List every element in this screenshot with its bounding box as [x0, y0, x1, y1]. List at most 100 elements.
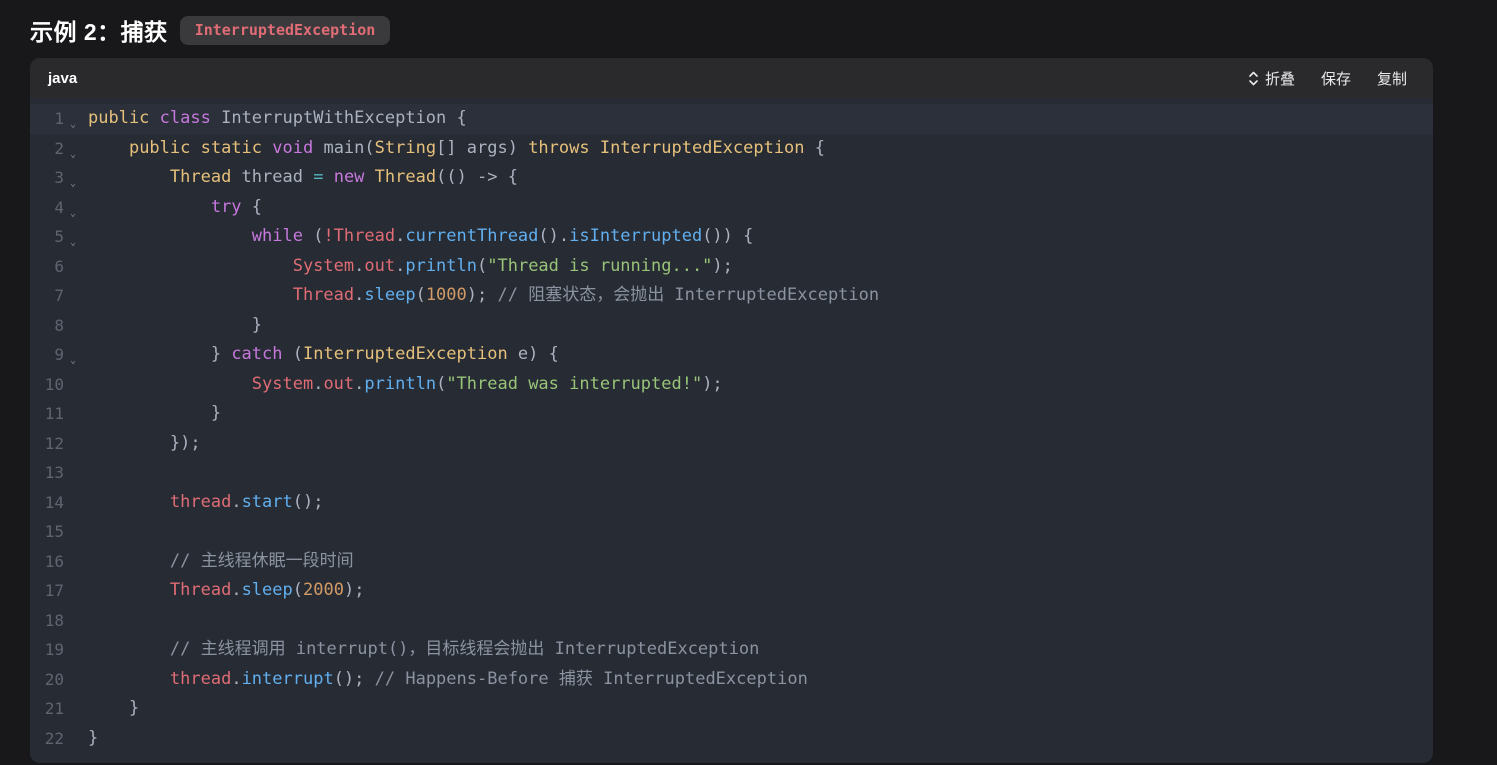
fold-chevron-icon[interactable]: ⌄ — [64, 193, 82, 223]
fold-spacer — [64, 635, 82, 665]
code-text — [82, 517, 88, 547]
save-button[interactable]: 保存 — [1321, 68, 1351, 89]
fold-spacer — [64, 665, 82, 695]
save-button-label: 保存 — [1321, 68, 1351, 89]
copy-button[interactable]: 复制 — [1377, 68, 1407, 89]
code-line-5: 5⌄ while (!Thread.currentThread().isInte… — [30, 222, 1433, 252]
line-number: 12 — [30, 429, 64, 459]
code-line-7: 7 Thread.sleep(1000); // 阻塞状态，会抛出 Interr… — [30, 281, 1433, 311]
code-line-17: 17 Thread.sleep(2000); — [30, 576, 1433, 606]
fold-spacer — [64, 694, 82, 724]
line-number: 9 — [30, 340, 64, 370]
line-number: 7 — [30, 281, 64, 311]
line-number: 22 — [30, 724, 64, 754]
line-number: 20 — [30, 665, 64, 695]
code-text: } — [82, 311, 262, 341]
code-block: java 折叠 保存 复制 1 — [30, 58, 1433, 763]
code-line-8: 8 } — [30, 311, 1433, 341]
fold-spacer — [64, 488, 82, 518]
code-line-19: 19 // 主线程调用 interrupt()，目标线程会抛出 Interrup… — [30, 635, 1433, 665]
line-number: 3 — [30, 163, 64, 193]
code-text: } — [82, 694, 139, 724]
fold-spacer — [64, 311, 82, 341]
fold-spacer — [64, 370, 82, 400]
fold-spacer — [64, 399, 82, 429]
fold-spacer — [64, 576, 82, 606]
code-line-12: 12 }); — [30, 429, 1433, 459]
fold-chevron-icon[interactable]: ⌄ — [64, 134, 82, 164]
fold-chevron-icon[interactable]: ⌄ — [64, 104, 82, 134]
code-line-1: 1⌄public class InterruptWithException { — [30, 104, 1433, 134]
line-number: 15 — [30, 517, 64, 547]
fold-spacer — [64, 724, 82, 754]
code-line-10: 10 System.out.println("Thread was interr… — [30, 370, 1433, 400]
fold-spacer — [64, 281, 82, 311]
code-text: } catch (InterruptedException e) { — [82, 340, 559, 370]
line-number: 16 — [30, 547, 64, 577]
fold-chevron-icon[interactable]: ⌄ — [64, 222, 82, 252]
code-line-11: 11 } — [30, 399, 1433, 429]
code-line-18: 18 — [30, 606, 1433, 636]
code-line-13: 13 — [30, 458, 1433, 488]
code-line-3: 3⌄ Thread thread = new Thread(() -> { — [30, 163, 1433, 193]
language-label: java — [48, 70, 77, 87]
code-line-14: 14 thread.start(); — [30, 488, 1433, 518]
fold-chevron-icon[interactable]: ⌄ — [64, 163, 82, 193]
code-line-22: 22} — [30, 724, 1433, 754]
line-number: 19 — [30, 635, 64, 665]
fold-spacer — [64, 458, 82, 488]
line-number: 21 — [30, 694, 64, 724]
fold-spacer — [64, 517, 82, 547]
line-number: 5 — [30, 222, 64, 252]
code-text: } — [82, 399, 221, 429]
collapse-button[interactable]: 折叠 — [1248, 68, 1295, 89]
code-line-15: 15 — [30, 517, 1433, 547]
copy-button-label: 复制 — [1377, 68, 1407, 89]
line-number: 4 — [30, 193, 64, 223]
code-text — [82, 458, 88, 488]
chevron-updown-icon — [1248, 70, 1259, 87]
line-number: 11 — [30, 399, 64, 429]
code-text: // 主线程休眠一段时间 — [82, 547, 354, 577]
code-text: public class InterruptWithException { — [82, 104, 467, 134]
code-line-6: 6 System.out.println("Thread is running.… — [30, 252, 1433, 282]
line-number: 14 — [30, 488, 64, 518]
code-text: }); — [82, 429, 201, 459]
code-area: 1⌄public class InterruptWithException {2… — [30, 98, 1433, 763]
code-block-header: java 折叠 保存 复制 — [30, 58, 1433, 98]
line-number: 6 — [30, 252, 64, 282]
code-text: Thread.sleep(1000); // 阻塞状态，会抛出 Interrup… — [82, 281, 879, 311]
line-number: 2 — [30, 134, 64, 164]
code-line-2: 2⌄ public static void main(String[] args… — [30, 134, 1433, 164]
code-text: try { — [82, 193, 262, 223]
inline-code-badge: InterruptedException — [180, 16, 391, 45]
code-text: Thread thread = new Thread(() -> { — [82, 163, 518, 193]
code-line-4: 4⌄ try { — [30, 193, 1433, 223]
code-text: public static void main(String[] args) t… — [82, 134, 825, 164]
code-text: System.out.println("Thread was interrupt… — [82, 370, 723, 400]
line-number: 8 — [30, 311, 64, 341]
code-text: while (!Thread.currentThread().isInterru… — [82, 222, 753, 252]
code-toolbar: 折叠 保存 复制 — [1248, 68, 1407, 89]
code-text — [82, 606, 88, 636]
code-line-16: 16 // 主线程休眠一段时间 — [30, 547, 1433, 577]
line-number: 13 — [30, 458, 64, 488]
section-heading: 示例 2：捕获 InterruptedException — [30, 12, 1497, 48]
page: 示例 2：捕获 InterruptedException java 折叠 保存 — [0, 0, 1497, 763]
line-number: 18 — [30, 606, 64, 636]
code-text: Thread.sleep(2000); — [82, 576, 364, 606]
fold-spacer — [64, 252, 82, 282]
fold-spacer — [64, 547, 82, 577]
fold-chevron-icon[interactable]: ⌄ — [64, 340, 82, 370]
collapse-button-label: 折叠 — [1265, 68, 1295, 89]
code-text: } — [82, 724, 98, 754]
code-text: thread.start(); — [82, 488, 323, 518]
line-number: 10 — [30, 370, 64, 400]
page-title: 示例 2：捕获 — [30, 13, 168, 47]
fold-spacer — [64, 606, 82, 636]
code-text: thread.interrupt(); // Happens-Before 捕获… — [82, 665, 808, 695]
code-line-20: 20 thread.interrupt(); // Happens-Before… — [30, 665, 1433, 695]
code-text: System.out.println("Thread is running...… — [82, 252, 733, 282]
code-line-21: 21 } — [30, 694, 1433, 724]
line-number: 1 — [30, 104, 64, 134]
